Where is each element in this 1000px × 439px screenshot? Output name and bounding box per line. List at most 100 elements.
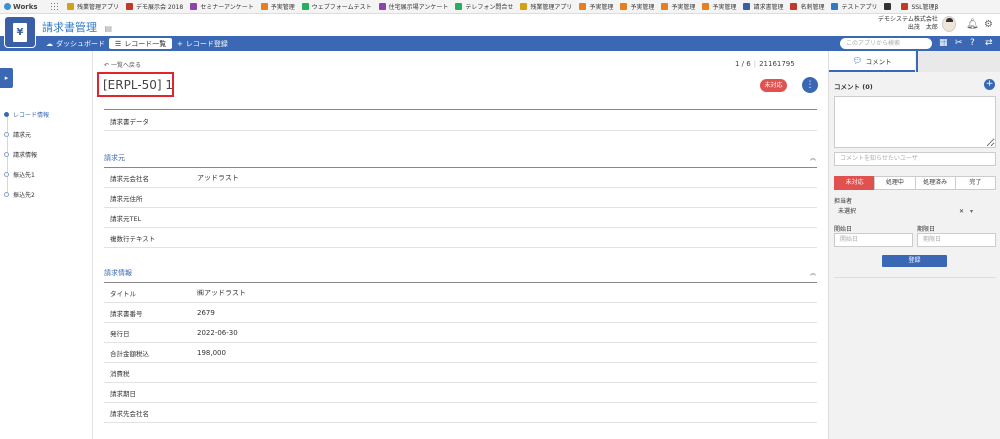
assignee-select[interactable]: 未選択 ✕ ▾ (834, 205, 996, 218)
sidebar-toggle-button[interactable]: ▸ (0, 68, 13, 88)
app-shortcut[interactable]: 予実管理 (260, 2, 295, 11)
tab-comments-label: コメント (865, 57, 892, 66)
app-shortcut[interactable]: テストアプリ (831, 2, 877, 11)
status-button-unhandled[interactable]: 未対応 (834, 176, 876, 190)
record-toc-sidebar: ▸ レコード情報 請求元 請求情報 振込先1 振込先2 (0, 51, 93, 439)
status-button-group: 未対応 処理中 処理済み 完了 (834, 176, 996, 190)
field-label: タイトル (110, 289, 136, 298)
toc-item-billing-info[interactable]: 請求情報 (4, 150, 37, 159)
user-name: 出茂 太郎 (907, 24, 938, 31)
tab-dashboard[interactable]: ☁ ダッシュボード (40, 38, 111, 49)
app-shortcut[interactable]: SSL管理β (901, 2, 938, 11)
tab-comments[interactable]: 💬︎ コメント (829, 51, 915, 72)
bell-icon[interactable]: 🔔︎ (966, 19, 979, 30)
comment-panel: 💬︎ コメント コメント (0) + コメントを知らせたいユーザ 未対応 処理中… (828, 51, 1000, 439)
app-shortcut[interactable]: 予実管理 (702, 2, 736, 11)
app-shortcut[interactable]: 残業管理アプリ (67, 2, 119, 11)
app-shortcut-label: 残業管理アプリ (530, 4, 573, 11)
tab-record-create-label: レコード登録 (185, 39, 228, 48)
tab-record-list[interactable]: ☰ レコード一覧 (109, 38, 173, 49)
app-shortcut-label: ウェブフォームテスト (311, 4, 372, 11)
tools-icon[interactable]: ✂ (955, 38, 963, 49)
app-shortcut-icon (702, 3, 710, 10)
field-row: 合計金額税込 198,000 (104, 343, 817, 363)
field-label: 請求元住所 (110, 194, 143, 203)
clear-icon[interactable]: ✕ (959, 205, 964, 218)
collapse-icon[interactable]: ︽ (810, 268, 816, 277)
field-row: 請求元住所 (104, 188, 817, 208)
comment-textarea[interactable] (834, 96, 996, 148)
record-detail: ↶ 一覧へ戻る 1 / 6 | 21161795 [ERPL-50] 1 未対応 ⋮… (93, 51, 828, 439)
app-shortcut-icon (67, 3, 74, 10)
add-comment-button[interactable]: + (984, 79, 995, 90)
app-shortcut[interactable]: 残業管理アプリ (520, 2, 572, 11)
field-label: 消費税 (110, 369, 130, 378)
chevron-down-icon[interactable]: ▾ (970, 205, 973, 218)
toc-item-transfer-2[interactable]: 振込先2 (4, 190, 35, 199)
comment-icon: 💬︎ (852, 56, 863, 65)
avatar[interactable] (942, 16, 956, 32)
app-shortcut[interactable]: 名刺管理 (790, 2, 824, 11)
toc-item-billing-source[interactable]: 請求元 (4, 130, 31, 139)
more-actions-button[interactable]: ⋮ (802, 77, 818, 93)
works-logo-icon (4, 3, 11, 10)
app-shortcut[interactable]: 予実管理 (579, 2, 613, 11)
field-value: 2679 (197, 308, 215, 317)
app-shortcut[interactable]: 請求書管理 (743, 2, 783, 11)
memo-icon[interactable]: ▤ (105, 24, 113, 33)
field-label: 請求先会社名 (110, 409, 149, 418)
field-row: 請求元TEL (104, 208, 817, 228)
submit-button[interactable]: 登録 (882, 255, 947, 267)
field-row: タイトル ㈱アッドラスト (104, 283, 817, 303)
record-pager: 1 / 6 | 21161795 (735, 60, 795, 68)
app-shortcut[interactable]: 予実管理 (620, 2, 654, 11)
status-button-in-progress[interactable]: 処理中 (874, 176, 916, 190)
toc-bullet (4, 132, 9, 137)
field-label: 請求元会社名 (110, 174, 149, 183)
assignee-value: 未選択 (838, 208, 857, 215)
field-row: 複数行テキスト (104, 228, 817, 248)
user-info[interactable]: デモシステム株式会社 出茂 太郎 (878, 16, 938, 32)
app-shortcut-label: セミナーアンケート (200, 4, 254, 11)
toc-item-label: 振込先2 (13, 192, 35, 199)
company-name: デモシステム株式会社 (878, 16, 938, 23)
app-icon[interactable]: ¥ (5, 17, 35, 47)
app-shortcut[interactable] (884, 3, 894, 10)
app-shortcut-label: デモ展示会 2018 (136, 4, 184, 11)
app-shortcut-icon (743, 3, 751, 10)
status-button-processed[interactable]: 処理済み (914, 176, 956, 190)
status-button-done[interactable]: 完了 (954, 176, 996, 190)
refresh-icon[interactable]: ⇄ (985, 38, 993, 49)
field-row: 請求書データ (104, 111, 817, 131)
app-shortcut[interactable]: 住宅展示場アンケート (378, 2, 448, 11)
cloud-icon: ☁ (46, 39, 53, 48)
app-shortcut[interactable]: テレフォン問合せ (455, 2, 513, 11)
qr-code-icon[interactable]: ▦ (939, 38, 948, 49)
app-shortcut[interactable]: 予実管理 (661, 2, 695, 11)
toc-item-record-info[interactable]: レコード情報 (4, 110, 49, 119)
toc-item-transfer-1[interactable]: 振込先1 (4, 170, 35, 179)
plus-icon: + (177, 39, 183, 48)
due-date-input[interactable]: 期限日 (917, 233, 996, 247)
app-shortcut[interactable]: デモ展示会 2018 (126, 2, 183, 11)
field-value: ㈱アッドラスト (197, 288, 246, 297)
gear-icon[interactable]: ⚙ (984, 19, 993, 30)
app-shortcut[interactable]: ウェブフォームテスト (301, 2, 372, 11)
tab-secondary[interactable] (916, 51, 1000, 72)
works-logo[interactable]: Works (0, 3, 46, 11)
collapse-icon[interactable]: ︽ (810, 153, 816, 162)
back-to-list-link[interactable]: ↶ 一覧へ戻る (104, 60, 141, 69)
app-search-input[interactable]: このアプリから検索 (840, 38, 932, 49)
app-shortcut[interactable]: セミナーアンケート (190, 2, 254, 11)
tab-record-create[interactable]: + レコード登録 (171, 38, 234, 49)
app-shortcut-label: 予実管理 (270, 4, 295, 11)
back-to-list-label: 一覧へ戻る (110, 62, 141, 69)
start-date-input[interactable]: 開始日 (834, 233, 913, 247)
app-title[interactable]: 請求書管理 ▤ (42, 19, 112, 35)
app-grid-icon[interactable] (50, 2, 59, 11)
app-shortcut-label: テレフォン問合せ (465, 4, 514, 11)
help-icon[interactable]: ? (970, 38, 975, 49)
app-shortcut-icon (661, 3, 669, 10)
field-value: 2022-06-30 (197, 328, 238, 337)
notify-user-input[interactable]: コメントを知らせたいユーザ (834, 152, 996, 166)
